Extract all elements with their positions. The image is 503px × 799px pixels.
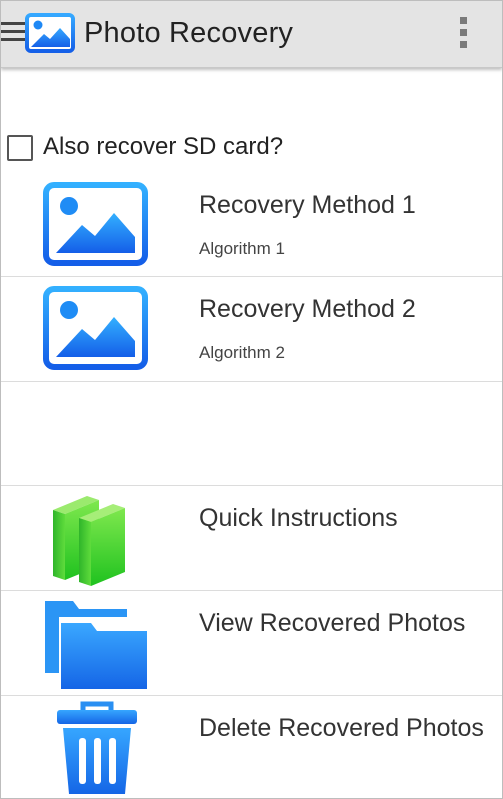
quick-instructions-item[interactable]: Quick Instructions — [1, 486, 502, 589]
view-recovered-photos-title: View Recovered Photos — [199, 609, 466, 637]
books-icon — [53, 496, 125, 586]
delete-recovered-photos-title: Delete Recovered Photos — [199, 714, 484, 742]
recovery-method-2[interactable]: Recovery Method 2 Algorithm 2 — [1, 277, 502, 380]
sd-card-checkbox[interactable] — [7, 135, 33, 161]
photo-icon — [43, 182, 148, 266]
trash-icon — [57, 701, 137, 794]
recovery-method-1-subtitle: Algorithm 1 — [199, 239, 285, 258]
app-screen: Photo Recovery Also recover SD card? Rec… — [0, 0, 503, 799]
delete-recovered-photos-item[interactable]: Delete Recovered Photos — [1, 696, 502, 798]
app-title: Photo Recovery — [84, 17, 294, 49]
view-recovered-photos-item[interactable]: View Recovered Photos — [1, 591, 502, 694]
photo-icon — [25, 13, 75, 53]
recovery-method-2-title: Recovery Method 2 — [199, 295, 416, 323]
folders-icon — [45, 601, 147, 689]
app-bar: Photo Recovery — [1, 1, 502, 68]
recovery-method-1-title: Recovery Method 1 — [199, 191, 416, 219]
quick-instructions-title: Quick Instructions — [199, 504, 398, 532]
more-vertical-icon[interactable] — [456, 15, 470, 51]
hamburger-menu-icon[interactable] — [1, 20, 25, 44]
sd-card-option[interactable]: Also recover SD card? — [5, 133, 465, 163]
recovery-method-1[interactable]: Recovery Method 1 Algorithm 1 — [1, 173, 502, 276]
photo-icon — [43, 286, 148, 370]
recovery-method-2-subtitle: Algorithm 2 — [199, 343, 285, 362]
divider — [1, 381, 502, 382]
sd-card-label: Also recover SD card? — [43, 133, 284, 160]
